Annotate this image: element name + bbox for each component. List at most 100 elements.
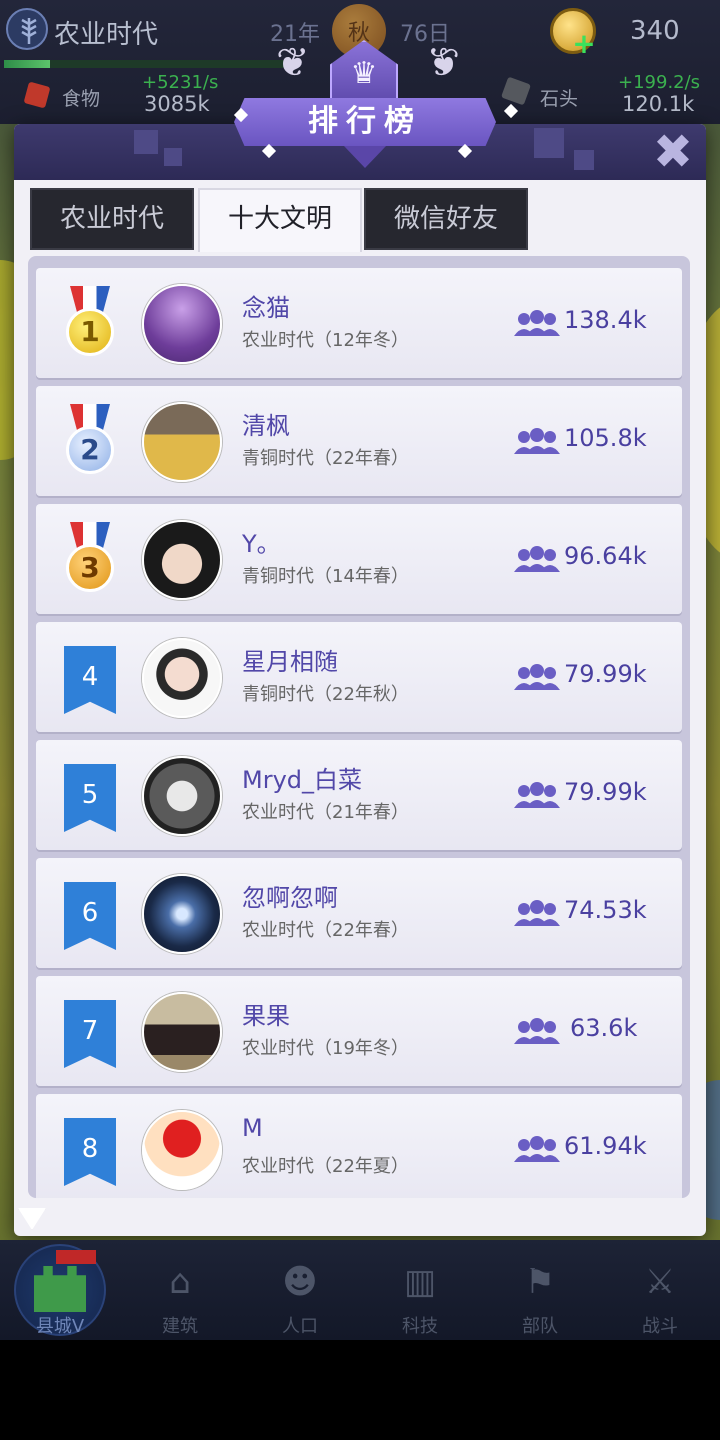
player-era: 农业时代（12年冬） (242, 330, 409, 351)
resource-rate: +5231/s (142, 72, 219, 93)
page-title: 排行榜 (234, 98, 496, 146)
ranking-list[interactable]: 1 念猫 农业时代（12年冬） 138.4k 2 清枫 青铜时代（22年春） 1… (28, 256, 690, 1198)
resource-rate: +199.2/s (618, 72, 701, 93)
ranking-row[interactable]: 6 忽啊忽啊 农业时代（22年春） 74.53k (36, 858, 682, 968)
food-icon (23, 81, 51, 109)
player-name: 忽啊忽啊 (242, 884, 338, 912)
player-name: 清枫 (242, 412, 290, 440)
era-title: 农业时代 (54, 20, 159, 50)
era-indicator[interactable]: 农业时代 (4, 6, 304, 68)
nav-label: 部队 (522, 1316, 558, 1337)
ranking-row[interactable]: 7 果果 农业时代（19年冬） 63.6k (36, 976, 682, 1086)
leaderboard-title-banner: ❦ ❦ ♛ 排行榜 (233, 40, 519, 170)
ranking-row[interactable]: 8 M 农业时代（22年夏） 61.94k (36, 1094, 682, 1198)
title-tip-decoration (344, 146, 386, 168)
book-icon: ▥ (403, 1262, 437, 1302)
population-icon (514, 546, 560, 572)
population-icon (514, 1136, 560, 1162)
resource-name: 食物 (62, 88, 101, 110)
person-icon: ☻ (282, 1262, 318, 1302)
player-era: 农业时代（22年夏） (242, 1156, 409, 1177)
player-name: 念猫 (242, 294, 290, 322)
era-progress-bar (4, 60, 294, 68)
nav-label: 人口 (282, 1316, 318, 1337)
avatar[interactable] (142, 1110, 222, 1190)
population-icon (514, 428, 560, 454)
player-era: 农业时代（21年春） (242, 802, 409, 823)
population-value: 138.4k (564, 306, 647, 334)
rank-banner-icon: 4 (64, 646, 116, 714)
player-name: Y。 (242, 530, 281, 558)
avatar[interactable] (142, 874, 222, 954)
rank-banner-icon: 5 (64, 764, 116, 832)
sparkle-icon (261, 143, 277, 159)
tab-bar: 农业时代 十大文明 微信好友 (30, 188, 530, 252)
player-name: Mryd_白菜 (242, 766, 363, 794)
avatar[interactable] (142, 992, 222, 1072)
rank-banner-icon: 7 (64, 1000, 116, 1068)
bronze-medal-icon: 3 (66, 522, 114, 600)
population-icon (514, 900, 560, 926)
nav-population[interactable]: ☻ 人口 (240, 1240, 360, 1340)
nav-county[interactable]: 县城V (0, 1240, 120, 1340)
nav-label: 建筑 (162, 1316, 198, 1337)
population-value: 105.8k (564, 424, 647, 452)
tab-top-ten-civilizations[interactable]: 十大文明 (198, 188, 362, 252)
wheat-icon (6, 8, 48, 50)
avatar[interactable] (142, 520, 222, 600)
player-name: M (242, 1114, 263, 1142)
resource-amount: 3085k (144, 92, 210, 116)
banner-icon: ⚑ (524, 1262, 556, 1302)
player-name: 星月相随 (242, 648, 338, 676)
laurel-left-icon: ❦ (276, 40, 310, 86)
nav-buildings[interactable]: ⌂ 建筑 (120, 1240, 240, 1340)
population-value: 74.53k (564, 896, 647, 924)
bottom-navigation: 县城V ⌂ 建筑 ☻ 人口 ▥ 科技 ⚑ 部队 ⚔ 战斗 (0, 1240, 720, 1340)
rank-banner-icon: 6 (64, 882, 116, 950)
avatar[interactable] (142, 756, 222, 836)
add-coins-button[interactable]: + (572, 30, 596, 58)
population-value: 79.99k (564, 660, 647, 688)
flag-icon (56, 1250, 96, 1264)
ranking-row[interactable]: 5 Mryd_白菜 农业时代（21年春） 79.99k (36, 740, 682, 850)
stone-icon (500, 76, 532, 106)
population: 63.6k (514, 1014, 674, 1048)
close-button[interactable]: ✖ (650, 128, 696, 176)
player-era: 农业时代（22年春） (242, 920, 409, 941)
avatar[interactable] (142, 402, 222, 482)
nav-battle[interactable]: ⚔ 战斗 (600, 1240, 720, 1340)
ranking-row[interactable]: 1 念猫 农业时代（12年冬） 138.4k (36, 268, 682, 378)
population: 74.53k (514, 896, 674, 930)
scroll-indicator-icon (18, 1208, 46, 1230)
population: 79.99k (514, 660, 674, 694)
population: 105.8k (514, 424, 674, 458)
house-icon: ⌂ (169, 1262, 191, 1302)
laurel-right-icon: ❦ (426, 40, 460, 86)
ranking-row[interactable]: 2 清枫 青铜时代（22年春） 105.8k (36, 386, 682, 496)
player-era: 青铜时代（22年秋） (242, 684, 409, 705)
nav-label: 县城V (35, 1316, 85, 1337)
player-era: 青铜时代（14年春） (242, 566, 409, 587)
gold-medal-icon: 1 (66, 286, 114, 364)
nav-troops[interactable]: ⚑ 部队 (480, 1240, 600, 1340)
population-value: 79.99k (564, 778, 647, 806)
system-bar-area (0, 1340, 720, 1440)
population-value: 63.6k (570, 1014, 638, 1042)
ranking-row[interactable]: 3 Y。 青铜时代（14年春） 96.64k (36, 504, 682, 614)
ranking-row[interactable]: 4 星月相随 青铜时代（22年秋） 79.99k (36, 622, 682, 732)
tab-wechat-friends[interactable]: 微信好友 (364, 188, 528, 250)
avatar[interactable] (142, 638, 222, 718)
population-value: 96.64k (564, 542, 647, 570)
avatar[interactable] (142, 284, 222, 364)
player-era: 农业时代（19年冬） (242, 1038, 409, 1059)
nav-technology[interactable]: ▥ 科技 (360, 1240, 480, 1340)
resource-amount: 120.1k (622, 92, 695, 116)
nav-label: 科技 (402, 1316, 438, 1337)
population: 61.94k (514, 1132, 674, 1166)
silver-medal-icon: 2 (66, 404, 114, 482)
tab-agriculture-era[interactable]: 农业时代 (30, 188, 194, 250)
population-icon (514, 782, 560, 808)
nav-label: 战斗 (642, 1316, 678, 1337)
resource-name: 石头 (540, 88, 579, 110)
leaderboard-dialog: ✖ 农业时代 十大文明 微信好友 1 念猫 农业时代（12年冬） 138.4k … (14, 124, 706, 1236)
